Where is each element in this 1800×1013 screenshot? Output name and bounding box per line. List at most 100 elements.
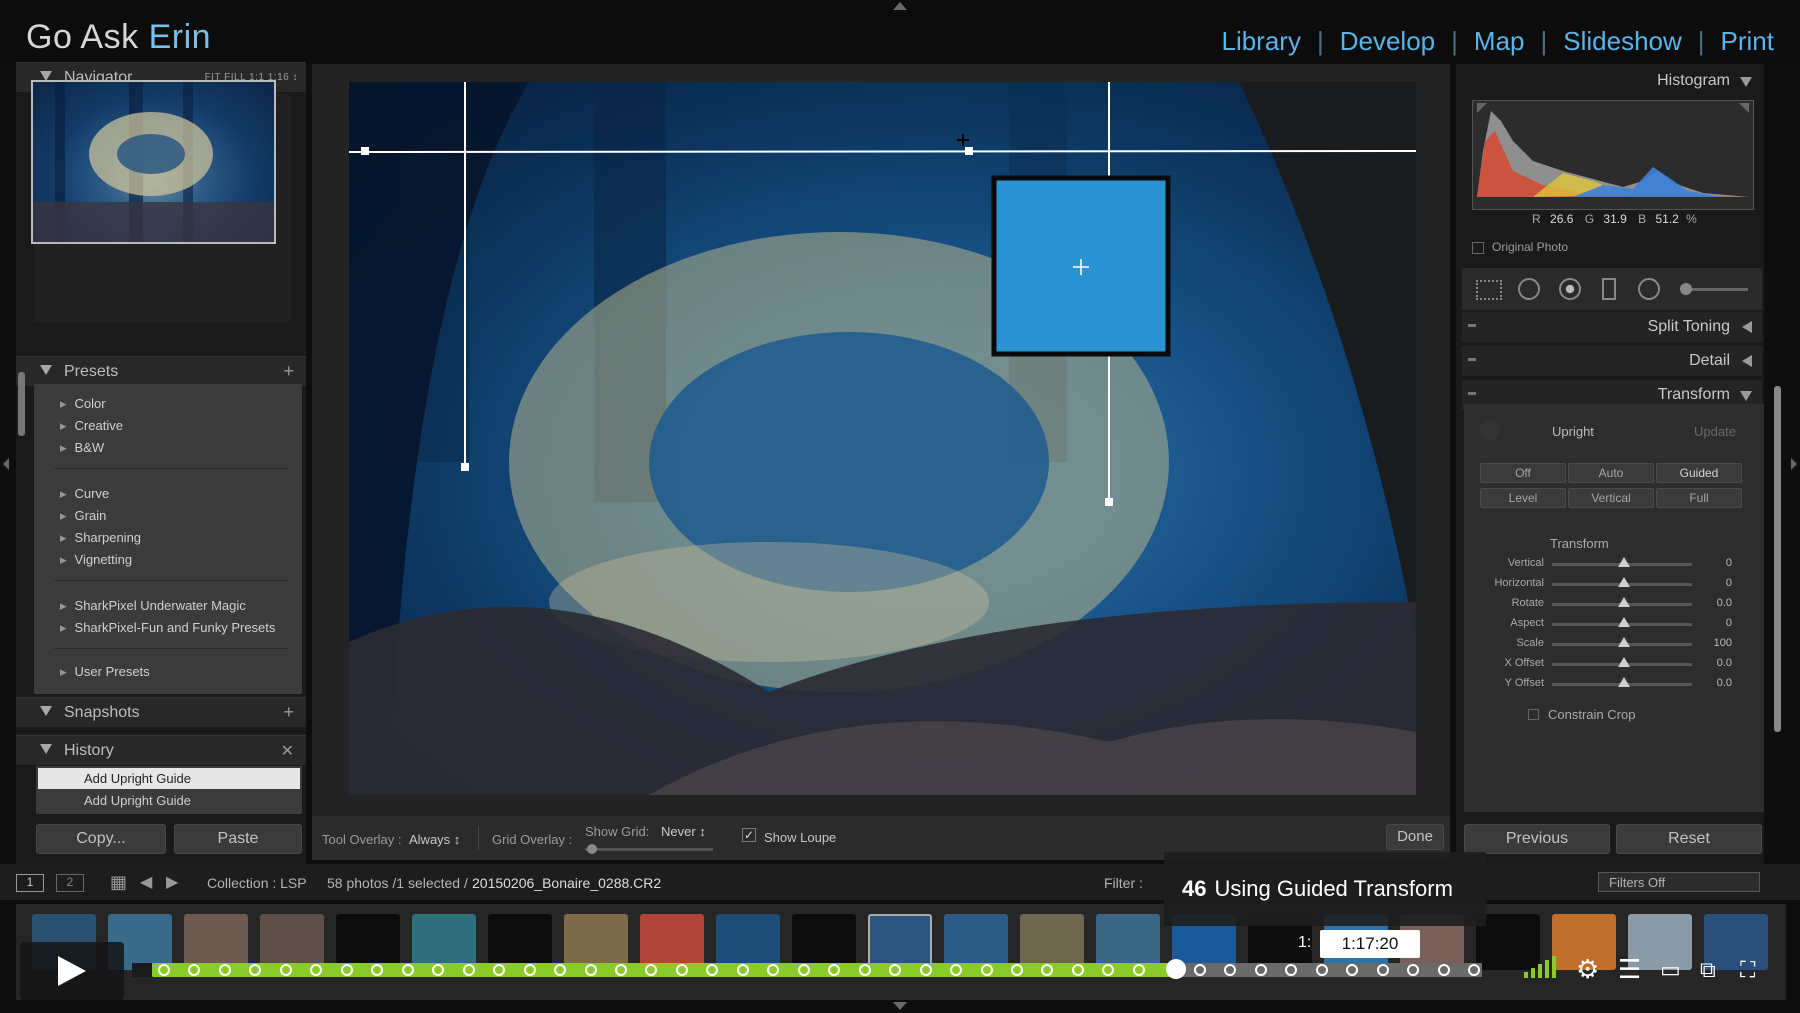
x-offset-slider[interactable]: X Offset 0.0	[1472, 655, 1752, 675]
slider-value[interactable]: 0.0	[1717, 677, 1732, 689]
filmstrip-thumbnail[interactable]	[336, 914, 400, 970]
preset-group-bw[interactable]: B&W	[60, 440, 105, 456]
preset-group-vignetting[interactable]: Vignetting	[60, 552, 133, 568]
slider-value[interactable]: 0.0	[1717, 597, 1732, 609]
chapter-marker[interactable]	[736, 964, 749, 976]
navigator-thumbnail[interactable]	[31, 80, 276, 244]
grid-size-slider-knob[interactable]	[587, 844, 597, 854]
filmstrip-thumbnail[interactable]	[792, 914, 856, 970]
filmstrip-thumbnail-selected[interactable]	[868, 914, 932, 970]
history-item[interactable]: Add Upright Guide	[38, 790, 300, 811]
slider-value[interactable]: 0.0	[1717, 657, 1732, 669]
filmstrip-thumbnail[interactable]	[412, 914, 476, 970]
airplay-icon[interactable]: ▭	[1660, 957, 1681, 983]
rotate-slider[interactable]: Rotate 0.0	[1472, 595, 1752, 615]
chapter-marker[interactable]	[279, 964, 292, 976]
slider-knob[interactable]	[1618, 617, 1630, 627]
slider-knob[interactable]	[1618, 577, 1630, 587]
filter-preset-select[interactable]: Filters Off	[1598, 872, 1760, 892]
chapter-marker[interactable]	[1254, 964, 1267, 976]
preset-group-curve[interactable]: Curve	[60, 486, 110, 502]
preset-group-sharpening[interactable]: Sharpening	[60, 530, 142, 546]
grid-view-icon[interactable]: ▦	[110, 872, 127, 893]
chapter-marker[interactable]	[1376, 964, 1389, 976]
upright-level-button[interactable]: Level	[1480, 488, 1566, 508]
constrain-crop-checkbox[interactable]	[1528, 709, 1539, 720]
reset-button[interactable]: Reset	[1616, 824, 1762, 854]
filmstrip-thumbnail[interactable]	[1020, 914, 1084, 970]
show-grid-select[interactable]: Never ↕	[661, 824, 706, 839]
filmstrip-thumbnail[interactable]	[184, 914, 248, 970]
horizontal-slider[interactable]: Horizontal 0	[1472, 575, 1752, 595]
chapter-marker[interactable]	[980, 964, 993, 976]
paste-button[interactable]: Paste	[174, 824, 302, 854]
upright-full-button[interactable]: Full	[1656, 488, 1742, 508]
preset-group-sharkpixel-underwater[interactable]: SharkPixel Underwater Magic	[60, 598, 246, 614]
chapter-marker[interactable]	[218, 964, 231, 976]
chapter-marker[interactable]	[1437, 964, 1450, 976]
settings-gear-icon[interactable]: ⚙	[1576, 954, 1599, 985]
slider-value[interactable]: 0	[1726, 557, 1732, 569]
chapter-marker[interactable]	[675, 964, 688, 976]
radial-filter-icon[interactable]	[1638, 278, 1660, 300]
slider-knob[interactable]	[1618, 557, 1630, 567]
left-panel-scrollbar[interactable]	[18, 372, 25, 436]
detail-header[interactable]: Detail	[1462, 346, 1762, 376]
filmstrip-thumbnail[interactable]	[640, 914, 704, 970]
chapter-marker[interactable]	[1011, 964, 1024, 976]
module-library[interactable]: Library	[1221, 26, 1300, 57]
add-snapshot-icon[interactable]: +	[283, 702, 294, 723]
scale-slider[interactable]: Scale 100	[1472, 635, 1752, 655]
main-window-toggle[interactable]: 1	[16, 874, 44, 892]
update-link[interactable]: Update	[1694, 424, 1736, 439]
history-item-selected[interactable]: Add Upright Guide	[38, 768, 300, 789]
left-panel-toggle-icon[interactable]	[3, 458, 9, 470]
slider-knob[interactable]	[1618, 677, 1630, 687]
upright-auto-button[interactable]: Auto	[1568, 463, 1654, 483]
chapter-marker[interactable]	[1468, 964, 1480, 976]
red-eye-icon[interactable]	[1559, 278, 1581, 300]
chapter-marker[interactable]	[462, 964, 475, 976]
chapter-marker[interactable]	[614, 964, 627, 976]
y-offset-slider[interactable]: Y Offset 0.0	[1472, 675, 1752, 695]
aspect-slider[interactable]: Aspect 0	[1472, 615, 1752, 635]
chapter-marker[interactable]	[158, 964, 170, 976]
add-preset-icon[interactable]: +	[283, 361, 294, 382]
slider-value[interactable]: 100	[1714, 637, 1732, 649]
chapter-marker[interactable]	[523, 964, 536, 976]
preset-group-color[interactable]: Color	[60, 396, 106, 412]
chapter-marker[interactable]	[1407, 964, 1420, 976]
upright-guided-button[interactable]: Guided	[1656, 463, 1742, 483]
filmstrip-thumbnail[interactable]	[944, 914, 1008, 970]
adjustment-brush-icon[interactable]	[1680, 283, 1692, 295]
selected-filename[interactable]: 20150206_Bonaire_0288.CR2	[472, 875, 661, 891]
chapter-marker[interactable]	[919, 964, 932, 976]
upright-off-button[interactable]: Off	[1480, 463, 1566, 483]
show-loupe-checkbox[interactable]: ✓	[742, 828, 756, 842]
histogram-header[interactable]: Histogram	[1462, 66, 1762, 96]
grid-size-slider[interactable]	[585, 848, 713, 851]
snapshots-header[interactable]: Snapshots +	[16, 697, 306, 727]
module-map[interactable]: Map	[1474, 26, 1525, 57]
collapse-bottom-arrow-icon[interactable]	[893, 1002, 907, 1010]
chapter-marker[interactable]	[340, 964, 353, 976]
filmstrip-thumbnail[interactable]	[564, 914, 628, 970]
panel-switch-icon[interactable]	[1468, 358, 1476, 361]
crop-overlay-icon[interactable]	[1476, 280, 1502, 300]
original-photo-checkbox[interactable]	[1472, 242, 1484, 254]
back-arrow-icon[interactable]: ◀	[140, 872, 152, 892]
clear-history-icon[interactable]: ✕	[281, 741, 294, 761]
filmstrip-thumbnail[interactable]	[1096, 914, 1160, 970]
vertical-slider[interactable]: Vertical 0	[1472, 555, 1752, 575]
video-progress-bar[interactable]	[152, 959, 1482, 979]
volume-icon[interactable]	[1524, 956, 1560, 978]
preset-group-creative[interactable]: Creative	[60, 418, 123, 434]
second-window-toggle[interactable]: 2	[56, 874, 84, 892]
filmstrip-thumbnail[interactable]	[488, 914, 552, 970]
slider-knob[interactable]	[1618, 597, 1630, 607]
done-button[interactable]: Done	[1386, 824, 1444, 850]
graduated-filter-icon[interactable]	[1602, 278, 1616, 300]
copy-button[interactable]: Copy...	[36, 824, 166, 854]
progress-scrubber-handle[interactable]	[1166, 959, 1187, 979]
right-panel-scrollbar[interactable]	[1774, 386, 1781, 732]
